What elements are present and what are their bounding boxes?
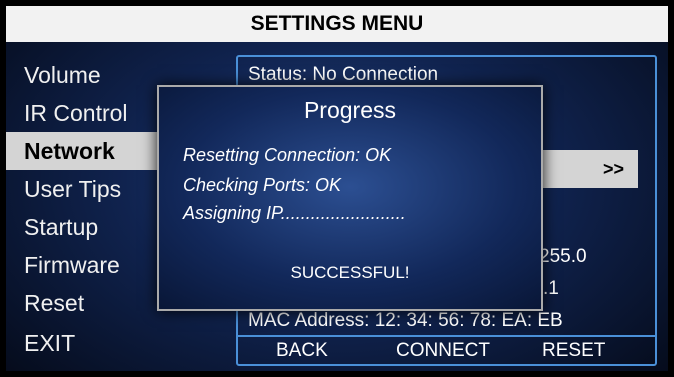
menu-title-bar: SETTINGS MENU [6, 6, 668, 42]
progress-line-ip: Assigning IP......................... [183, 203, 406, 223]
menu-item-network[interactable]: Network [0, 132, 160, 170]
menu-item-startup[interactable]: Startup [0, 208, 160, 246]
menu-item-exit[interactable]: EXIT [0, 324, 160, 362]
mac-address: MAC Address: 12: 34: 56: 78: EA: EB [248, 310, 563, 331]
back-button[interactable]: BACK [276, 340, 328, 362]
connection-status: Status: No Connection [248, 64, 439, 85]
subnet-mask-fragment: 255.0 [539, 246, 587, 267]
menu-item-user-tips[interactable]: User Tips [0, 170, 160, 208]
menu-item-firmware[interactable]: Firmware [0, 246, 160, 284]
menu-title: SETTINGS MENU [250, 12, 424, 35]
progress-result: SUCCESSFUL! [290, 263, 410, 282]
settings-screen: SETTINGS MENU Volume IR Control Network … [0, 0, 674, 377]
progress-line-ports: Checking Ports: OK [183, 175, 342, 195]
menu-item-ir-control[interactable]: IR Control [0, 94, 160, 132]
menu-item-reset[interactable]: Reset [0, 284, 160, 322]
menu-item-volume[interactable]: Volume [0, 56, 160, 94]
progress-dialog: Progress Resetting Connection: OK Checki… [157, 85, 543, 311]
dialog-title: Progress [303, 97, 397, 123]
connect-button[interactable]: CONNECT [396, 340, 490, 362]
progress-line-reset: Resetting Connection: OK [183, 145, 392, 165]
reset-button[interactable]: RESET [542, 340, 605, 362]
gateway-fragment: .1 [543, 278, 559, 299]
chevron-right-icon: >> [602, 158, 624, 179]
panel-footer: BACK CONNECT RESET [238, 335, 657, 367]
